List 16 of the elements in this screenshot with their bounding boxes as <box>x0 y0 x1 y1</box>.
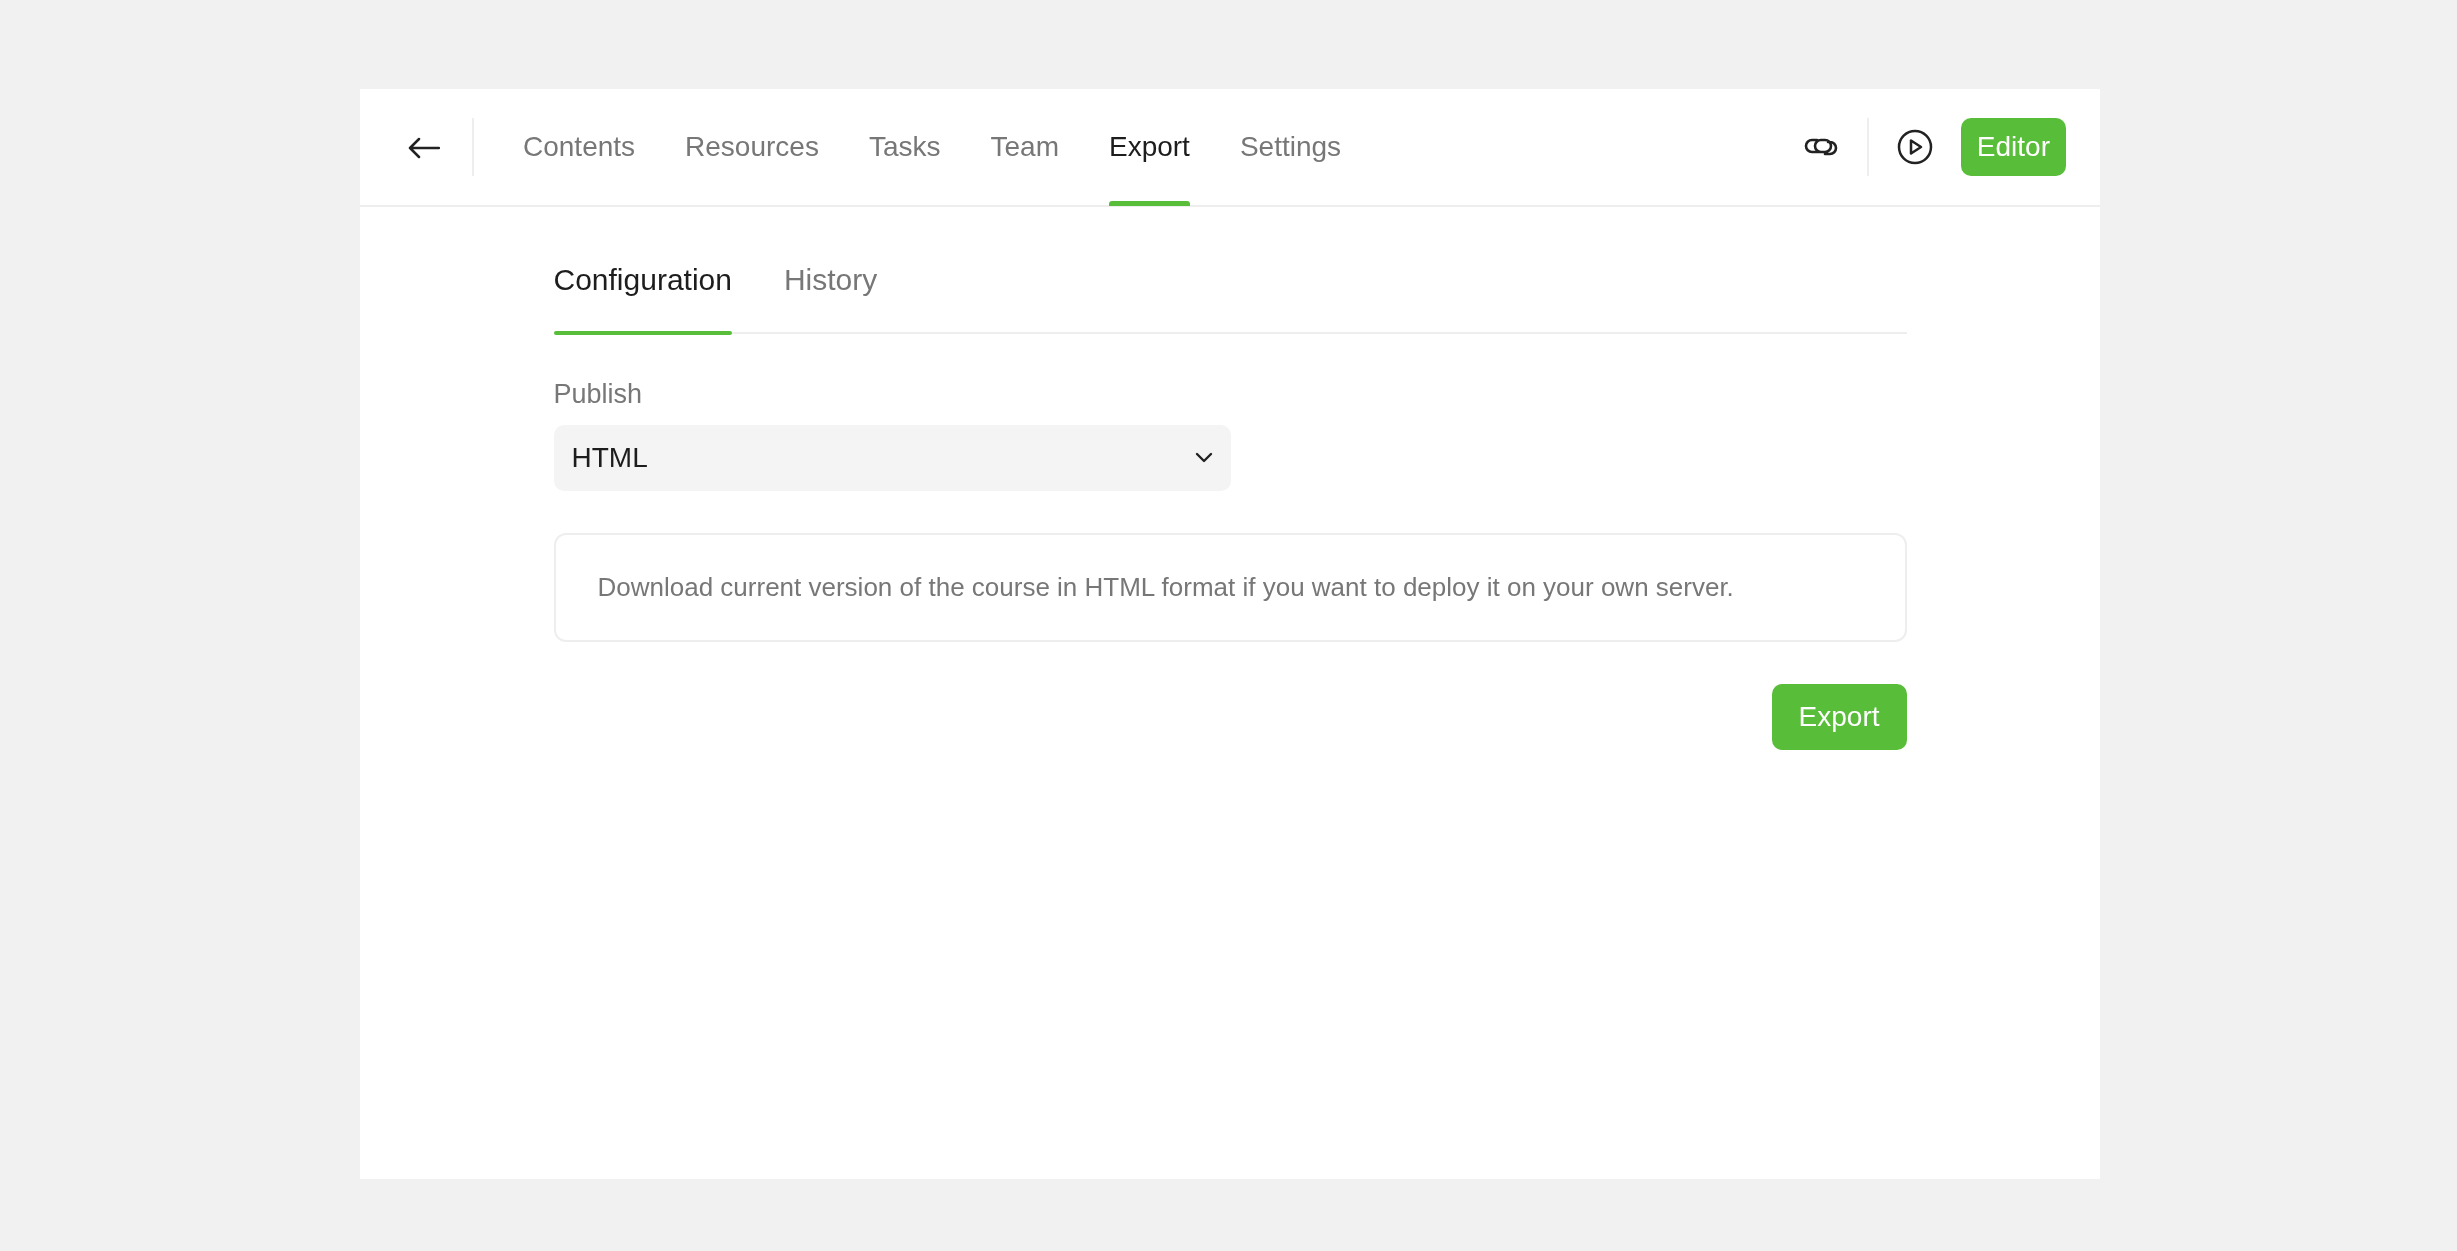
nav-tab[interactable]: Resources <box>660 88 844 206</box>
nav-tab[interactable]: Contents <box>498 88 661 206</box>
description-text: Download current version of the course in HTML format if you want to deploy it on your own server. <box>553 532 1907 643</box>
nav-tab[interactable]: Export <box>1083 88 1215 206</box>
back-arrow-icon <box>408 136 440 159</box>
export-button[interactable]: Export <box>1771 684 1907 751</box>
nav-tab[interactable]: Settings <box>1214 88 1367 206</box>
nav-tab[interactable]: Team <box>965 88 1084 206</box>
sub-tab[interactable]: Configuration <box>553 247 732 332</box>
nav-tab[interactable]: Tasks <box>843 88 966 206</box>
publish-dropdown[interactable]: HTML <box>553 424 1231 491</box>
chevron-down-icon <box>1194 452 1213 463</box>
sub-tab[interactable]: History <box>783 247 878 332</box>
play-icon <box>1896 129 1933 165</box>
editor-button[interactable]: Editor <box>1960 118 2066 176</box>
publish-label: Publish <box>553 378 644 411</box>
